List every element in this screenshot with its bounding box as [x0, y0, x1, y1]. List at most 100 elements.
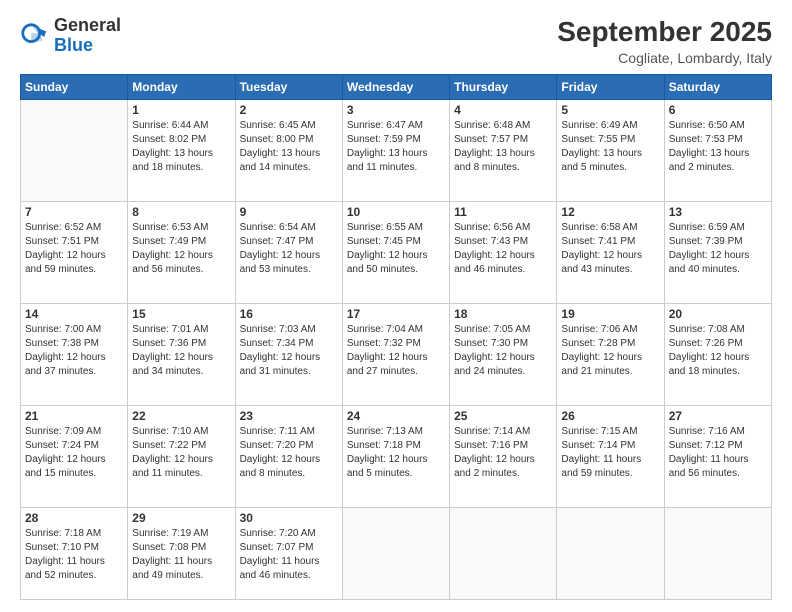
table-row: 7 Sunrise: 6:52 AM Sunset: 7:51 PM Daylig…: [21, 202, 128, 304]
table-row: 10 Sunrise: 6:55 AM Sunset: 7:45 PM Dayli…: [342, 202, 449, 304]
logo-general-text: General: [54, 16, 121, 36]
title-area: September 2025 Cogliate, Lombardy, Italy: [557, 16, 772, 66]
day-info: Sunrise: 6:50 AM Sunset: 7:53 PM Dayligh…: [669, 119, 767, 175]
day-number: 5: [561, 103, 659, 117]
table-row: 1 Sunrise: 6:44 AM Sunset: 8:02 PM Daylig…: [128, 100, 235, 202]
table-row: 27 Sunrise: 7:16 AM Sunset: 7:12 PM Dayli…: [664, 406, 771, 508]
day-number: 30: [240, 511, 338, 525]
day-number: 29: [132, 511, 230, 525]
day-info: Sunrise: 6:44 AM Sunset: 8:02 PM Dayligh…: [132, 119, 230, 175]
day-info: Sunrise: 7:10 AM Sunset: 7:22 PM Dayligh…: [132, 425, 230, 481]
logo: General Blue: [20, 16, 121, 56]
table-row: 3 Sunrise: 6:47 AM Sunset: 7:59 PM Daylig…: [342, 100, 449, 202]
day-info: Sunrise: 6:58 AM Sunset: 7:41 PM Dayligh…: [561, 221, 659, 277]
day-info: Sunrise: 6:56 AM Sunset: 7:43 PM Dayligh…: [454, 221, 552, 277]
day-info: Sunrise: 6:59 AM Sunset: 7:39 PM Dayligh…: [669, 221, 767, 277]
day-info: Sunrise: 6:45 AM Sunset: 8:00 PM Dayligh…: [240, 119, 338, 175]
day-info: Sunrise: 7:06 AM Sunset: 7:28 PM Dayligh…: [561, 323, 659, 379]
day-info: Sunrise: 6:54 AM Sunset: 7:47 PM Dayligh…: [240, 221, 338, 277]
table-row: [21, 100, 128, 202]
day-number: 2: [240, 103, 338, 117]
table-row: 16 Sunrise: 7:03 AM Sunset: 7:34 PM Dayli…: [235, 304, 342, 406]
table-row: 12 Sunrise: 6:58 AM Sunset: 7:41 PM Dayli…: [557, 202, 664, 304]
day-info: Sunrise: 7:15 AM Sunset: 7:14 PM Dayligh…: [561, 425, 659, 481]
calendar-table: Sunday Monday Tuesday Wednesday Thursday…: [20, 74, 772, 600]
location: Cogliate, Lombardy, Italy: [557, 50, 772, 66]
table-row: 25 Sunrise: 7:14 AM Sunset: 7:16 PM Dayli…: [450, 406, 557, 508]
table-row: 15Sunrise: 7:01 AM Sunset: 7:36 PM Dayli…: [128, 304, 235, 406]
day-info: Sunrise: 7:13 AM Sunset: 7:18 PM Dayligh…: [347, 425, 445, 481]
calendar-week-row: 1 Sunrise: 6:44 AM Sunset: 8:02 PM Daylig…: [21, 100, 772, 202]
day-number: 9: [240, 205, 338, 219]
day-info: Sunrise: 7:11 AM Sunset: 7:20 PM Dayligh…: [240, 425, 338, 481]
logo-text: General Blue: [54, 16, 121, 56]
weekday-header-row: Sunday Monday Tuesday Wednesday Thursday…: [21, 75, 772, 100]
table-row: 18 Sunrise: 7:05 AM Sunset: 7:30 PM Dayli…: [450, 304, 557, 406]
table-row: [342, 508, 449, 600]
table-row: [557, 508, 664, 600]
day-info: Sunrise: 7:00 AM Sunset: 7:38 PM Dayligh…: [25, 323, 123, 379]
day-number: 6: [669, 103, 767, 117]
logo-blue-text: Blue: [54, 36, 121, 56]
day-number: 7: [25, 205, 123, 219]
day-number: 15: [132, 307, 230, 321]
table-row: [450, 508, 557, 600]
table-row: 22 Sunrise: 7:10 AM Sunset: 7:22 PM Dayli…: [128, 406, 235, 508]
day-number: 28: [25, 511, 123, 525]
day-info: Sunrise: 7:03 AM Sunset: 7:34 PM Dayligh…: [240, 323, 338, 379]
header-saturday: Saturday: [664, 75, 771, 100]
table-row: 26Sunrise: 7:15 AM Sunset: 7:14 PM Dayli…: [557, 406, 664, 508]
day-number: 14: [25, 307, 123, 321]
day-number: 27: [669, 409, 767, 423]
calendar-week-row: 14 Sunrise: 7:00 AM Sunset: 7:38 PM Dayli…: [21, 304, 772, 406]
table-row: 14 Sunrise: 7:00 AM Sunset: 7:38 PM Dayli…: [21, 304, 128, 406]
table-row: 11 Sunrise: 6:56 AM Sunset: 7:43 PM Dayli…: [450, 202, 557, 304]
header-sunday: Sunday: [21, 75, 128, 100]
table-row: 4 Sunrise: 6:48 AM Sunset: 7:57 PM Daylig…: [450, 100, 557, 202]
day-number: 21: [25, 409, 123, 423]
day-info: Sunrise: 6:52 AM Sunset: 7:51 PM Dayligh…: [25, 221, 123, 277]
day-number: 3: [347, 103, 445, 117]
day-number: 13: [669, 205, 767, 219]
day-info: Sunrise: 6:49 AM Sunset: 7:55 PM Dayligh…: [561, 119, 659, 175]
day-info: Sunrise: 7:19 AM Sunset: 7:08 PM Dayligh…: [132, 527, 230, 583]
day-number: 23: [240, 409, 338, 423]
day-number: 8: [132, 205, 230, 219]
table-row: 17Sunrise: 7:04 AM Sunset: 7:32 PM Dayli…: [342, 304, 449, 406]
day-info: Sunrise: 7:14 AM Sunset: 7:16 PM Dayligh…: [454, 425, 552, 481]
header-tuesday: Tuesday: [235, 75, 342, 100]
day-number: 22: [132, 409, 230, 423]
day-info: Sunrise: 6:55 AM Sunset: 7:45 PM Dayligh…: [347, 221, 445, 277]
calendar-week-row: 21 Sunrise: 7:09 AM Sunset: 7:24 PM Dayli…: [21, 406, 772, 508]
day-info: Sunrise: 7:09 AM Sunset: 7:24 PM Dayligh…: [25, 425, 123, 481]
header-wednesday: Wednesday: [342, 75, 449, 100]
table-row: 21 Sunrise: 7:09 AM Sunset: 7:24 PM Dayli…: [21, 406, 128, 508]
day-number: 16: [240, 307, 338, 321]
table-row: 28Sunrise: 7:18 AM Sunset: 7:10 PM Dayli…: [21, 508, 128, 600]
day-info: Sunrise: 6:48 AM Sunset: 7:57 PM Dayligh…: [454, 119, 552, 175]
header: General Blue September 2025 Cogliate, Lo…: [20, 16, 772, 66]
day-number: 12: [561, 205, 659, 219]
day-number: 10: [347, 205, 445, 219]
header-thursday: Thursday: [450, 75, 557, 100]
logo-icon: [20, 22, 48, 50]
table-row: 19 Sunrise: 7:06 AM Sunset: 7:28 PM Dayli…: [557, 304, 664, 406]
day-info: Sunrise: 7:20 AM Sunset: 7:07 PM Dayligh…: [240, 527, 338, 583]
day-number: 11: [454, 205, 552, 219]
day-info: Sunrise: 7:16 AM Sunset: 7:12 PM Dayligh…: [669, 425, 767, 481]
day-info: Sunrise: 7:08 AM Sunset: 7:26 PM Dayligh…: [669, 323, 767, 379]
table-row: 6 Sunrise: 6:50 AM Sunset: 7:53 PM Daylig…: [664, 100, 771, 202]
table-row: 20Sunrise: 7:08 AM Sunset: 7:26 PM Dayli…: [664, 304, 771, 406]
day-number: 19: [561, 307, 659, 321]
day-number: 18: [454, 307, 552, 321]
day-info: Sunrise: 7:05 AM Sunset: 7:30 PM Dayligh…: [454, 323, 552, 379]
table-row: 30 Sunrise: 7:20 AM Sunset: 7:07 PM Dayli…: [235, 508, 342, 600]
day-number: 25: [454, 409, 552, 423]
table-row: 13 Sunrise: 6:59 AM Sunset: 7:39 PM Dayli…: [664, 202, 771, 304]
day-info: Sunrise: 6:47 AM Sunset: 7:59 PM Dayligh…: [347, 119, 445, 175]
month-title: September 2025: [557, 16, 772, 48]
day-number: 4: [454, 103, 552, 117]
day-number: 1: [132, 103, 230, 117]
page: General Blue September 2025 Cogliate, Lo…: [0, 0, 792, 612]
day-info: Sunrise: 7:04 AM Sunset: 7:32 PM Dayligh…: [347, 323, 445, 379]
